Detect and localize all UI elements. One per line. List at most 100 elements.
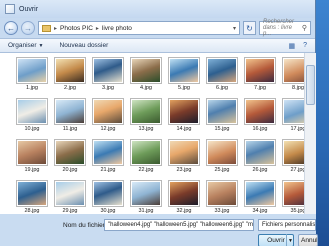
- file-item[interactable]: 32.jpg: [166, 178, 202, 214]
- cancel-button[interactable]: Annuler: [298, 234, 318, 246]
- chevron-down-icon[interactable]: ▼: [286, 234, 294, 246]
- file-name: 23.jpg: [176, 167, 192, 173]
- file-item[interactable]: 22.jpg: [128, 137, 164, 175]
- photo-thumbnail: [207, 140, 237, 165]
- scrollbar-thumb[interactable]: [306, 65, 315, 105]
- file-name: 27.jpg: [290, 167, 305, 173]
- file-item[interactable]: 35.jpg: [280, 178, 304, 214]
- photo-thumbnail: [283, 58, 304, 83]
- photo-thumbnail: [131, 99, 161, 124]
- photo-thumbnail: [55, 181, 85, 206]
- photo-thumbnail: [93, 58, 123, 83]
- title-bar: Ouvrir: [0, 0, 315, 18]
- search-input[interactable]: Rechercher dans : livre p... ⚲: [259, 19, 311, 37]
- folder-icon: [42, 24, 51, 32]
- file-item[interactable]: 15.jpg: [204, 96, 240, 134]
- file-name: 11.jpg: [62, 126, 78, 132]
- photo-thumbnail: [93, 99, 123, 124]
- chevron-right-icon[interactable]: ▸: [54, 25, 57, 32]
- file-item[interactable]: 3.jpg: [90, 55, 126, 93]
- organize-menu[interactable]: Organiser ▼: [8, 42, 44, 49]
- photo-thumbnail: [17, 99, 47, 124]
- view-options-icon[interactable]: ▦: [288, 42, 295, 50]
- file-name: 5.jpg: [178, 85, 190, 91]
- file-list[interactable]: 1.jpg 2.jpg 3.jpg 4.jpg 5.jpg 6.jpg 7.jpg 8.jpg…: [0, 53, 304, 214]
- photo-thumbnail: [245, 140, 275, 165]
- filename-label: Nom du fichier :: [63, 222, 109, 229]
- file-item[interactable]: 12.jpg: [90, 96, 126, 134]
- file-item[interactable]: 1.jpg: [14, 55, 50, 93]
- file-name: 3.jpg: [102, 85, 114, 91]
- organize-label: Organiser: [8, 42, 37, 49]
- photo-thumbnail: [169, 99, 199, 124]
- new-folder-button[interactable]: Nouveau dossier: [60, 42, 109, 49]
- file-item[interactable]: 26.jpg: [242, 137, 278, 175]
- thumbnail-grid: 1.jpg 2.jpg 3.jpg 4.jpg 5.jpg 6.jpg 7.jpg 8.jpg…: [0, 53, 304, 214]
- chevron-right-icon[interactable]: ▸: [96, 25, 99, 32]
- file-item[interactable]: 27.jpg: [280, 137, 304, 175]
- search-icon[interactable]: ⚲: [302, 24, 307, 32]
- file-item[interactable]: 5.jpg: [166, 55, 202, 93]
- chevron-down-icon[interactable]: ▾: [233, 25, 236, 32]
- refresh-icon[interactable]: ↻: [243, 21, 256, 35]
- photo-thumbnail: [131, 140, 161, 165]
- file-name: 15.jpg: [214, 126, 230, 132]
- file-name: 25.jpg: [214, 167, 230, 173]
- file-item[interactable]: 21.jpg: [90, 137, 126, 175]
- help-icon[interactable]: ?: [303, 42, 307, 50]
- file-item[interactable]: 25.jpg: [204, 137, 240, 175]
- file-item[interactable]: 23.jpg: [166, 137, 202, 175]
- file-name: 7.jpg: [254, 85, 266, 91]
- photo-thumbnail: [93, 140, 123, 165]
- photo-thumbnail: [17, 58, 47, 83]
- photo-thumbnail: [245, 99, 275, 124]
- file-item[interactable]: 30.jpg: [90, 178, 126, 214]
- file-item[interactable]: 20.jpg: [52, 137, 88, 175]
- file-item[interactable]: 6.jpg: [204, 55, 240, 93]
- file-item[interactable]: 10.jpg: [14, 96, 50, 134]
- breadcrumb-item[interactable]: Photos PIC: [60, 25, 93, 32]
- file-item[interactable]: 7.jpg: [242, 55, 278, 93]
- file-item[interactable]: 2.jpg: [52, 55, 88, 93]
- photo-thumbnail: [245, 181, 275, 206]
- back-arrow-icon[interactable]: ←: [4, 21, 18, 35]
- file-item[interactable]: 34.jpg: [242, 178, 278, 214]
- address-bar: ← → ▸ Photos PIC ▸ livre photo ▾ ↻ Reche…: [0, 18, 315, 38]
- photo-thumbnail: [169, 181, 199, 206]
- file-item[interactable]: 13.jpg: [128, 96, 164, 134]
- file-name-panel: Nom du fichier : "halloween4.jpg" "hallo…: [0, 214, 318, 246]
- photo-thumbnail: [17, 181, 47, 206]
- file-item[interactable]: 17.jpg: [280, 96, 304, 134]
- file-name: 14.jpg: [176, 126, 192, 132]
- file-name: 26.jpg: [252, 167, 268, 173]
- file-item[interactable]: 16.jpg: [242, 96, 278, 134]
- file-item[interactable]: 33.jpg: [204, 178, 240, 214]
- file-name: 12.jpg: [100, 126, 116, 132]
- dialog-title: Ouvrir: [19, 5, 39, 13]
- file-item[interactable]: 29.jpg: [52, 178, 88, 214]
- forward-arrow-icon[interactable]: →: [21, 21, 35, 35]
- filetype-select[interactable]: Fichiers personnalisés: [258, 219, 316, 231]
- command-bar: Organiser ▼ Nouveau dossier ▦ ?: [0, 38, 315, 53]
- photo-thumbnail: [207, 181, 237, 206]
- photo-thumbnail: [93, 181, 123, 206]
- photo-thumbnail: [131, 181, 161, 206]
- photo-thumbnail: [283, 99, 304, 124]
- file-item[interactable]: 19.jpg: [14, 137, 50, 175]
- file-item[interactable]: 28.jpg: [14, 178, 50, 214]
- breadcrumb-item[interactable]: livre photo: [102, 25, 132, 32]
- file-name: 2.jpg: [64, 85, 76, 91]
- filename-input[interactable]: "halloween4.jpg" "halloween5.jpg" "hallo…: [104, 219, 254, 231]
- file-name: 6.jpg: [216, 85, 228, 91]
- photo-thumbnail: [169, 140, 199, 165]
- photo-thumbnail: [55, 99, 85, 124]
- breadcrumb[interactable]: ▸ Photos PIC ▸ livre photo ▾: [38, 21, 240, 35]
- photo-thumbnail: [131, 58, 161, 83]
- file-item[interactable]: 8.jpg: [280, 55, 304, 93]
- file-item[interactable]: 14.jpg: [166, 96, 202, 134]
- file-name: 10.jpg: [24, 126, 40, 132]
- vertical-scrollbar[interactable]: [304, 53, 316, 214]
- file-item[interactable]: 11.jpg: [52, 96, 88, 134]
- file-item[interactable]: 31.jpg: [128, 178, 164, 214]
- file-item[interactable]: 4.jpg: [128, 55, 164, 93]
